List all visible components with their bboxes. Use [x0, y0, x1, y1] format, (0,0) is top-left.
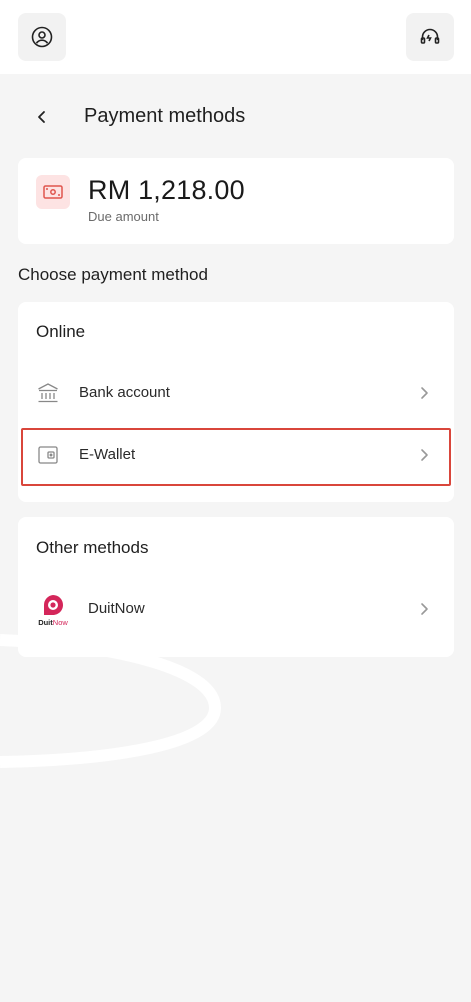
back-button[interactable]	[30, 105, 54, 129]
user-circle-icon	[31, 26, 53, 48]
chevron-right-icon	[414, 599, 434, 619]
due-amount-card: RM 1,218.00 Due amount	[18, 158, 454, 244]
e-wallet-row[interactable]: E-Wallet	[18, 427, 454, 483]
due-amount-value: RM 1,218.00	[88, 175, 245, 205]
page-header: Payment methods	[0, 96, 471, 138]
chevron-right-icon	[414, 383, 434, 403]
section-title: Choose payment method	[18, 265, 208, 284]
support-button[interactable]	[406, 13, 454, 61]
online-title: Online	[36, 322, 86, 341]
due-amount-label: Due amount	[88, 209, 159, 224]
chevron-right-icon	[414, 445, 434, 465]
other-title: Other methods	[36, 538, 149, 557]
duitnow-label: DuitNow	[88, 600, 145, 617]
wallet-icon	[36, 443, 60, 467]
e-wallet-label: E-Wallet	[79, 446, 136, 463]
decorative-swoosh	[0, 634, 222, 768]
online-methods-card: Online Bank account E-Wallet	[18, 302, 454, 502]
headset-icon	[420, 28, 440, 44]
page-title: Payment methods	[84, 105, 246, 127]
top-bar	[0, 0, 471, 74]
bank-account-label: Bank account	[79, 384, 170, 401]
profile-button[interactable]	[18, 13, 66, 61]
cash-icon	[36, 175, 70, 209]
bank-account-row[interactable]: Bank account	[18, 365, 454, 421]
bank-icon	[36, 381, 60, 405]
chevron-left-icon	[38, 111, 45, 123]
